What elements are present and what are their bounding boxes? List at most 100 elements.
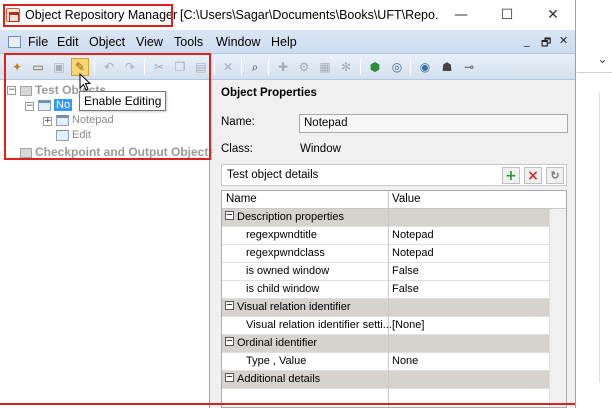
snowflake-button[interactable]: ✻ <box>337 58 355 76</box>
refresh-button[interactable]: ↻ <box>546 167 564 184</box>
cut-button[interactable]: ✂ <box>150 58 168 76</box>
undo-icon: ↶ <box>103 60 115 74</box>
folder-icon <box>20 86 32 97</box>
menu-tools[interactable]: Tools <box>174 35 203 49</box>
find-button[interactable]: ⌕ <box>246 58 264 76</box>
open-button[interactable]: ▭ <box>29 58 47 76</box>
copy-button[interactable]: ❐ <box>171 58 189 76</box>
menu-edit[interactable]: Edit <box>57 35 79 49</box>
tree-collapse-toggle[interactable]: − <box>25 102 34 111</box>
collapse-icon[interactable]: − <box>225 210 234 221</box>
save-icon: ▣ <box>53 60 65 74</box>
property-value: False <box>392 283 419 295</box>
delete-button[interactable]: ✕ <box>219 58 237 76</box>
mdi-minimize-button[interactable]: _ <box>524 34 530 47</box>
column-separator[interactable] <box>388 191 389 407</box>
redo-button[interactable]: ↷ <box>121 58 139 76</box>
enable-editing-tooltip: Enable Editing <box>79 91 166 111</box>
new-icon: ✦ <box>11 60 23 74</box>
property-name: regexpwndtitle <box>246 229 317 241</box>
new-button[interactable]: ✦ <box>8 58 26 76</box>
maximize-button[interactable]: ☐ <box>484 0 530 30</box>
collapse-icon[interactable]: − <box>225 300 234 311</box>
update-button[interactable]: ⚙ <box>295 58 313 76</box>
property-value: [None] <box>392 319 425 331</box>
link-icon: ⊸ <box>463 60 475 74</box>
refresh-icon: ↻ <box>550 169 560 182</box>
collapse-icon[interactable]: − <box>225 336 234 347</box>
highlight-button[interactable]: ◎ <box>388 58 406 76</box>
toolbar-separator <box>241 59 242 75</box>
table-row[interactable]: Visual relation identifier setti... [None… <box>222 317 566 335</box>
grid-category-row[interactable]: − Additional details <box>222 371 566 389</box>
mdi-restore-button[interactable]: 🗗 <box>541 34 551 53</box>
property-name: is child window <box>246 283 320 295</box>
grid-category-row[interactable]: − Ordinal identifier <box>222 335 566 353</box>
tree-node-window[interactable]: No <box>38 99 73 111</box>
minimize-button[interactable]: — <box>438 0 484 30</box>
spy-button[interactable]: ☗ <box>438 58 456 76</box>
link-button[interactable]: ⊸ <box>460 58 478 76</box>
property-name: Visual relation identifier setti... <box>246 319 392 331</box>
property-value: Notepad <box>392 229 434 241</box>
class-value: Window <box>300 143 341 155</box>
binoculars-button[interactable]: ◉ <box>416 58 434 76</box>
pencil-icon: ✎ <box>74 60 86 74</box>
property-name: Ordinal identifier <box>237 337 318 349</box>
capture-button[interactable]: ▦ <box>316 58 334 76</box>
chevron-down-icon[interactable]: ⌄ <box>597 52 608 67</box>
name-input[interactable]: Notepad <box>299 114 568 133</box>
add-objects-button[interactable]: ✚ <box>274 58 292 76</box>
vertical-scrollbar[interactable] <box>549 209 566 407</box>
property-name: Type , Value <box>246 355 307 367</box>
menu-object[interactable]: Object <box>89 35 125 49</box>
table-row[interactable]: is owned window False <box>222 263 566 281</box>
tree-node-label: Checkpoint and Output Objects <box>35 145 216 159</box>
property-name: is owned window <box>246 265 330 277</box>
tree-node-edit[interactable]: Edit <box>56 129 91 141</box>
menu-bar: File Edit Object View Tools Window Help … <box>0 30 575 54</box>
grid-category-row[interactable]: − Description properties <box>222 209 566 227</box>
redo-icon: ↷ <box>124 60 136 74</box>
menu-view[interactable]: View <box>136 35 163 49</box>
cube-button[interactable]: ⬢ <box>366 58 384 76</box>
table-row[interactable]: regexpwndclass Notepad <box>222 245 566 263</box>
snowflake-icon: ✻ <box>340 60 352 74</box>
toolbar-separator <box>94 59 95 75</box>
title-bar[interactable]: Object Repository Manager [C:\Users\Saga… <box>0 0 575 30</box>
object-properties-title: Object Properties <box>221 87 317 99</box>
paste-button[interactable]: ▤ <box>192 58 210 76</box>
background-guide-line <box>599 92 600 382</box>
property-name: Description properties <box>237 211 344 223</box>
grid-category-row[interactable]: − Visual relation identifier <box>222 299 566 317</box>
tree-node-checkpoints[interactable]: Checkpoint and Output Objects <box>20 145 215 159</box>
table-row[interactable]: Type , Value None <box>222 353 566 371</box>
close-button[interactable]: ✕ <box>530 0 575 30</box>
menu-file[interactable]: File <box>28 35 48 49</box>
tree-expand-toggle[interactable]: + <box>43 117 52 126</box>
undo-button[interactable]: ↶ <box>100 58 118 76</box>
column-header-name: Name <box>226 193 257 205</box>
grid-header: Name Value <box>222 191 566 209</box>
x-icon: × <box>527 167 539 184</box>
column-header-value: Value <box>392 193 421 205</box>
add-objects-icon: ✚ <box>277 60 289 74</box>
menu-window[interactable]: Window <box>216 35 260 49</box>
mdi-close-button[interactable]: ✕ <box>559 34 568 47</box>
table-row[interactable]: is child window False <box>222 281 566 299</box>
add-property-button[interactable]: + <box>502 167 520 184</box>
table-row[interactable]: regexpwndtitle Notepad <box>222 227 566 245</box>
tree-node-notepad[interactable]: Notepad <box>56 114 114 126</box>
save-button[interactable]: ▣ <box>50 58 68 76</box>
collapse-icon[interactable]: − <box>225 372 234 383</box>
cut-icon: ✂ <box>153 60 165 74</box>
delete-icon: ✕ <box>222 60 234 74</box>
toolbar-separator <box>214 59 215 75</box>
property-value: False <box>392 265 419 277</box>
remove-property-button[interactable]: × <box>524 167 542 184</box>
cube-icon: ⬢ <box>369 60 381 74</box>
tree-collapse-toggle[interactable]: − <box>7 86 16 95</box>
document-icon[interactable] <box>8 36 21 48</box>
menu-help[interactable]: Help <box>271 35 297 49</box>
title-highlight-box <box>3 4 173 27</box>
